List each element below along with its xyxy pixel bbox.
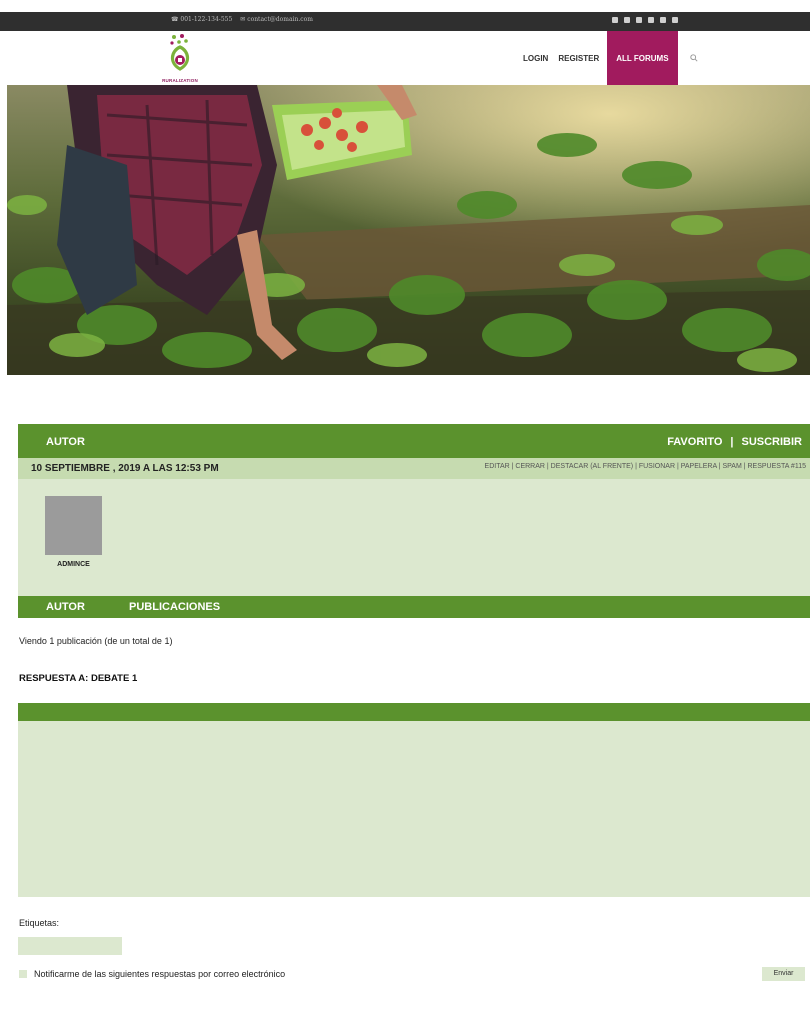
pinterest-icon[interactable] [648, 17, 654, 23]
author-column-label: AUTOR [46, 436, 85, 448]
post-admin-links[interactable]: EDITAR | CERRAR | DESTACAR (AL FRENTE) |… [485, 463, 806, 470]
post-body: ADMINCE [18, 479, 810, 596]
topic-actions: FAVORITO | SUSCRIBIR [667, 436, 802, 448]
post-author-name[interactable]: ADMINCE [45, 561, 102, 568]
site-logo[interactable]: RURALIZATION [160, 33, 200, 85]
tags-input[interactable] [18, 937, 122, 955]
reply-textarea[interactable] [18, 721, 810, 897]
nav-register[interactable]: REGISTER [553, 31, 604, 85]
contact-info: ☎ 001-122-134-555 ✉ contact@domain.com [171, 16, 313, 23]
email-link[interactable]: ✉ contact@domain.com [240, 16, 313, 23]
search-icon[interactable] [689, 54, 698, 62]
nav-all-forums[interactable]: ALL FORUMS [607, 31, 678, 85]
posts-column-label: PUBLICACIONES [129, 601, 221, 613]
post-meta-bar: 10 SEPTIEMBRE , 2019 A LAS 12:53 PM EDIT… [18, 458, 810, 479]
social-links [612, 17, 678, 23]
logo-icon [170, 34, 190, 71]
youtube-icon[interactable] [660, 17, 666, 23]
notify-label: Notificarme de las siguientes respuestas… [34, 969, 286, 979]
twitter-icon[interactable] [612, 17, 618, 23]
site-header: RURALIZATION LOGIN REGISTER ALL FORUMS [0, 31, 810, 85]
reply-title: RESPUESTA A: DEBATE 1 [19, 673, 138, 684]
forum-header-bar: AUTOR FAVORITO | SUSCRIBIR [18, 424, 810, 458]
rss-icon[interactable] [672, 17, 678, 23]
phone-link[interactable]: ☎ 001-122-134-555 [171, 16, 232, 23]
favorite-link[interactable]: FAVORITO [667, 436, 722, 448]
submit-button[interactable]: Enviar [762, 967, 805, 981]
facebook-icon[interactable] [636, 17, 642, 23]
nav-login[interactable]: LOGIN [518, 31, 553, 85]
actions-separator: | [730, 436, 734, 448]
subscribe-link[interactable]: SUSCRIBIR [741, 436, 802, 448]
main-nav: LOGIN REGISTER ALL FORUMS [518, 31, 698, 85]
notify-checkbox[interactable] [19, 970, 27, 978]
post-date: 10 SEPTIEMBRE , 2019 A LAS 12:53 PM [31, 463, 219, 474]
top-bar: ☎ 001-122-134-555 ✉ contact@domain.com [0, 12, 810, 31]
avatar[interactable] [45, 496, 102, 555]
instagram-icon[interactable] [624, 17, 630, 23]
logo-text: RURALIZATION [162, 78, 198, 83]
editor-toolbar [18, 703, 810, 721]
tags-label: Etiquetas: [19, 918, 60, 928]
pagination-count: Viendo 1 publicación (de un total de 1) [19, 636, 173, 646]
hero-image [7, 85, 810, 375]
author-column-label: AUTOR [46, 601, 85, 613]
forum-footer-bar: AUTOR PUBLICACIONES [18, 596, 810, 618]
